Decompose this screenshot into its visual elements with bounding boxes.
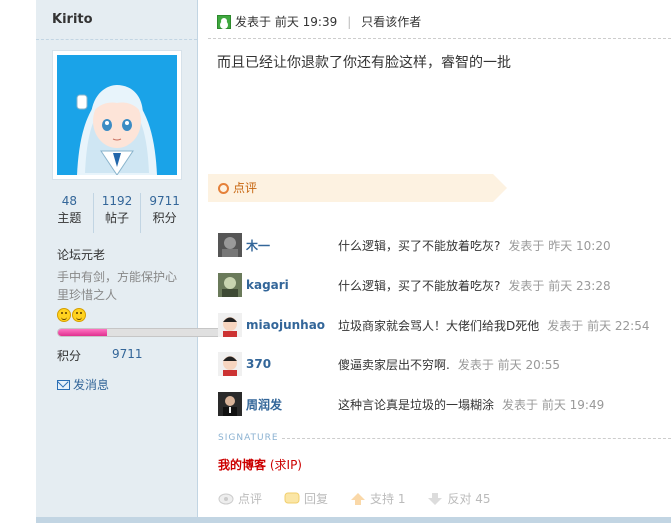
author-only-link[interactable]: 只看该作者 xyxy=(361,13,421,30)
thumb-up-icon xyxy=(351,492,366,505)
chat-bubble-icon xyxy=(284,492,300,503)
user-stats: 48 主题 1192 帖子 9711 积分 xyxy=(46,193,188,233)
commenter-avatar[interactable] xyxy=(218,313,242,337)
envelope-icon xyxy=(57,379,70,390)
rank-progress-fill xyxy=(58,329,108,336)
commenter-avatar[interactable] xyxy=(218,392,242,416)
comment-time: 发表于 前天 23:28 xyxy=(508,278,611,293)
stat-credits[interactable]: 9711 积分 xyxy=(140,193,188,233)
signature-note: (求IP) xyxy=(269,458,302,472)
comment-text: 什么逻辑，买了不能放着吃灰? xyxy=(338,238,501,253)
comment-row: kagari 什么逻辑，买了不能放着吃灰? 发表于 前天 23:28 xyxy=(218,273,671,297)
post-footer-bar xyxy=(36,517,671,523)
blog-link[interactable]: 我的博客 xyxy=(218,458,266,472)
comments-header: 点评 xyxy=(208,174,507,202)
user-signature: 手中有剑，方能保护心里珍惜之人 xyxy=(57,270,178,302)
commenter-name[interactable]: kagari xyxy=(242,278,338,292)
avatar-image xyxy=(57,55,177,175)
comment-row: 周润发 这种言论真是垃圾的一塌糊涂 发表于 前天 19:49 xyxy=(218,392,671,416)
signature-divider xyxy=(282,438,671,439)
send-message-link[interactable]: 发消息 xyxy=(57,376,109,393)
credit-row: 积分 9711 xyxy=(57,347,197,364)
commenter-name[interactable]: miaojunhao xyxy=(242,318,338,332)
commenter-avatar[interactable] xyxy=(218,352,242,376)
username[interactable]: Kirito xyxy=(36,0,197,40)
user-rank: 论坛元老 xyxy=(57,248,106,262)
stat-posts[interactable]: 1192 帖子 xyxy=(92,193,141,233)
rank-medals xyxy=(57,308,86,322)
reply-button[interactable]: 回复 xyxy=(284,490,328,507)
online-status-icon xyxy=(217,14,231,29)
avatar[interactable] xyxy=(52,50,182,180)
stat-topics[interactable]: 48 主题 xyxy=(46,193,93,233)
signature-content: 我的博客 (求IP) xyxy=(218,456,302,473)
user-sidebar: Kirito 48 主题 1192 帖子 9711 积分 论坛元老 手中有剑，方… xyxy=(36,0,223,523)
divider xyxy=(208,38,671,39)
credit-value: 9711 xyxy=(112,347,143,361)
comment-text: 这种言论真是垃圾的一塌糊涂 xyxy=(338,397,495,412)
rate-button[interactable]: 点评 xyxy=(218,490,262,507)
support-button[interactable]: 支持 1 xyxy=(350,490,405,507)
comment-text: 垃圾商家就会骂人！大佬们给我D死他 xyxy=(338,318,540,333)
circle-icon xyxy=(218,182,229,194)
credit-label: 积分 xyxy=(57,349,82,363)
comment-row: 370 傻逼卖家层出不穷啊. 发表于 前天 20:55 xyxy=(218,352,671,376)
comment-row: 木一 什么逻辑，买了不能放着吃灰? 发表于 昨天 10:20 xyxy=(218,233,671,257)
comment-text: 什么逻辑，买了不能放着吃灰? xyxy=(338,278,501,293)
smiley-icon xyxy=(57,308,71,322)
commenter-avatar[interactable] xyxy=(218,273,242,297)
comment-time: 发表于 昨天 10:20 xyxy=(508,238,611,253)
smiley-icon xyxy=(72,308,86,322)
commenter-name[interactable]: 370 xyxy=(242,357,338,371)
post-meta: 发表于 前天 19:39 | 只看该作者 xyxy=(217,13,421,30)
oppose-button[interactable]: 反对 45 xyxy=(427,490,491,507)
commenter-name[interactable]: 木一 xyxy=(242,237,338,254)
post-content: 而且已经让你退款了你还有脸这样，睿智的一批 xyxy=(217,55,511,71)
commenter-name[interactable]: 周润发 xyxy=(242,396,338,413)
thumb-down-icon xyxy=(428,492,443,505)
commenter-avatar[interactable] xyxy=(218,233,242,257)
post-actions: 点评 回复 支持 1 反对 45 xyxy=(218,490,507,507)
comment-time: 发表于 前天 20:55 xyxy=(457,357,561,372)
comment-time: 发表于 前天 19:49 xyxy=(502,397,605,412)
post-time: 发表于 前天 19:39 xyxy=(235,15,338,29)
signature-label: SIGNATURE xyxy=(218,433,279,443)
comment-row: miaojunhao 垃圾商家就会骂人！大佬们给我D死他 发表于 前天 22:5… xyxy=(218,313,671,337)
comment-text: 傻逼卖家层出不穷啊. xyxy=(338,357,450,372)
separator: | xyxy=(347,14,352,29)
comment-time: 发表于 前天 22:54 xyxy=(547,318,650,333)
eye-icon xyxy=(218,493,234,504)
rank-progress-bar xyxy=(57,328,223,337)
